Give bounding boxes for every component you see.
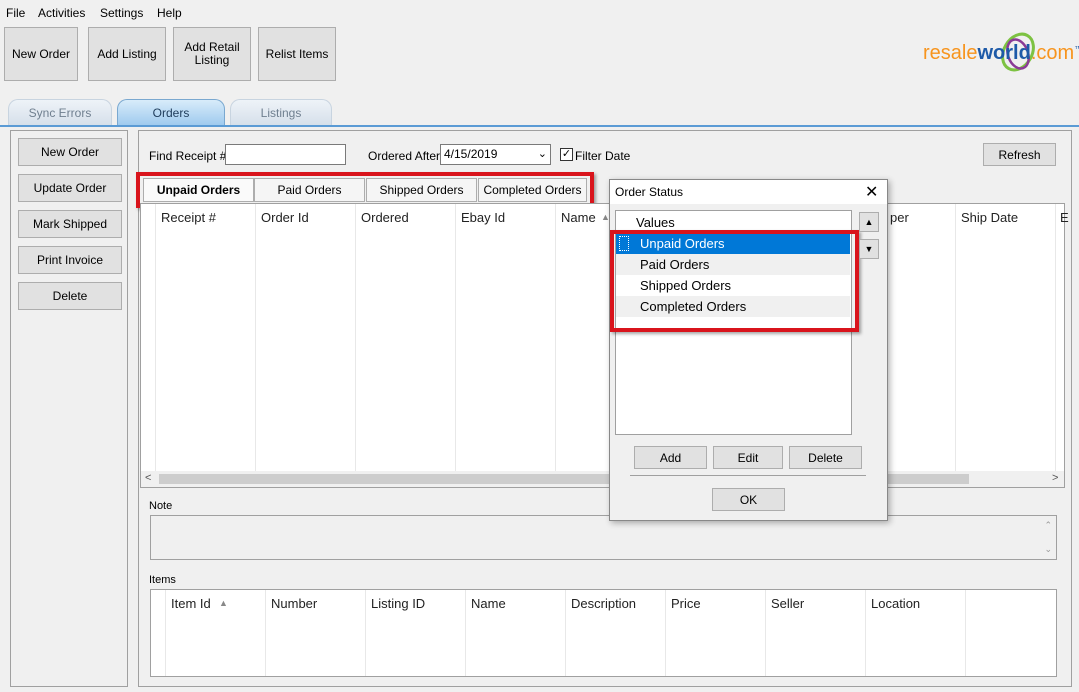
menu-file[interactable]: File xyxy=(6,6,25,20)
sort-up-icon: ▲ xyxy=(219,598,228,608)
ordered-after-value: 4/15/2019 xyxy=(444,147,498,161)
arrow-up-icon: ▲ xyxy=(864,217,874,227)
column-shipper[interactable]: per xyxy=(890,210,909,225)
column-ordered[interactable]: Ordered xyxy=(361,210,409,225)
column-listing-id[interactable]: Listing ID xyxy=(371,596,425,611)
orders-grid[interactable]: Receipt # Order Id Ordered Ebay Id Name … xyxy=(140,203,1069,488)
dialog-edit-button[interactable]: Edit xyxy=(713,446,783,469)
column-seller[interactable]: Seller xyxy=(771,596,804,611)
scroll-up-icon[interactable]: ⌃ xyxy=(1044,520,1052,531)
note-label: Note xyxy=(149,500,173,512)
tab-orders[interactable]: Orders xyxy=(117,99,225,126)
toolbar-relist-items-button[interactable]: Relist Items xyxy=(258,27,336,81)
arrow-down-icon: ▼ xyxy=(864,244,874,254)
items-grid[interactable]: Item Id ▲ Number Listing ID Name Descrip… xyxy=(150,589,1057,677)
column-number[interactable]: Number xyxy=(271,596,317,611)
column-ebay-id[interactable]: Ebay Id xyxy=(461,210,505,225)
filter-date-checkbox[interactable]: ✓ xyxy=(560,148,573,161)
scroll-right-icon[interactable]: > xyxy=(1052,472,1058,484)
menu-activities[interactable]: Activities xyxy=(38,6,85,20)
column-receipt[interactable]: Receipt # xyxy=(161,210,216,225)
close-icon[interactable]: ✕ xyxy=(865,182,878,202)
resaleworld-logo: resaleworld.com™ xyxy=(923,30,1079,82)
scroll-left-icon[interactable]: < xyxy=(145,472,151,484)
find-receipt-input[interactable] xyxy=(225,144,346,165)
column-description[interactable]: Description xyxy=(571,596,636,611)
chevron-down-icon[interactable]: ⌄ xyxy=(538,147,547,160)
find-receipt-label: Find Receipt # xyxy=(149,149,227,163)
column-location[interactable]: Location xyxy=(871,596,920,611)
column-name[interactable]: Name xyxy=(561,210,596,225)
horizontal-scrollbar[interactable]: < > xyxy=(141,471,1064,487)
mark-shipped-button[interactable]: Mark Shipped xyxy=(18,210,122,238)
delete-button[interactable]: Delete xyxy=(18,282,122,310)
tab-underline xyxy=(0,125,1079,127)
dialog-divider xyxy=(630,475,866,476)
toolbar-add-retail-listing-button[interactable]: Add Retail Listing xyxy=(173,27,251,81)
list-header-values: Values xyxy=(636,215,675,230)
ordered-after-date-picker[interactable]: 4/15/2019 ⌄ xyxy=(440,144,551,165)
print-invoice-button[interactable]: Print Invoice xyxy=(18,246,122,274)
move-up-button[interactable]: ▲ xyxy=(859,212,879,232)
column-e[interactable]: E xyxy=(1060,210,1069,225)
dialog-titlebar: Order Status ✕ xyxy=(610,180,887,204)
column-ship-date[interactable]: Ship Date xyxy=(961,210,1018,225)
column-item-name[interactable]: Name xyxy=(471,596,506,611)
logo-text: resaleworld.com™ xyxy=(923,42,1079,64)
dialog-title: Order Status xyxy=(615,185,684,199)
status-options-highlight xyxy=(610,230,859,332)
new-order-button[interactable]: New Order xyxy=(18,138,122,166)
column-item-id[interactable]: Item Id xyxy=(171,596,211,611)
toolbar-add-listing-button[interactable]: Add Listing xyxy=(88,27,166,81)
column-price[interactable]: Price xyxy=(671,596,701,611)
scroll-down-icon[interactable]: ⌄ xyxy=(1044,544,1052,555)
menu-help[interactable]: Help xyxy=(157,6,182,20)
menu-settings[interactable]: Settings xyxy=(100,6,143,20)
update-order-button[interactable]: Update Order xyxy=(18,174,122,202)
dialog-add-button[interactable]: Add xyxy=(634,446,707,469)
tab-sync-errors[interactable]: Sync Errors xyxy=(8,99,112,126)
menu-bar: File Activities Settings Help xyxy=(0,0,1079,24)
filter-date-label: Filter Date xyxy=(575,149,631,163)
items-label: Items xyxy=(149,574,176,586)
refresh-button[interactable]: Refresh xyxy=(983,143,1056,166)
toolbar-new-order-button[interactable]: New Order xyxy=(4,27,78,81)
column-order-id[interactable]: Order Id xyxy=(261,210,309,225)
note-textarea[interactable]: ⌃ ⌄ xyxy=(150,515,1057,560)
tab-listings[interactable]: Listings xyxy=(230,99,332,126)
dialog-delete-button[interactable]: Delete xyxy=(789,446,862,469)
ordered-after-label: Ordered After xyxy=(368,149,441,163)
dialog-ok-button[interactable]: OK xyxy=(712,488,785,511)
move-down-button[interactable]: ▼ xyxy=(859,239,879,259)
